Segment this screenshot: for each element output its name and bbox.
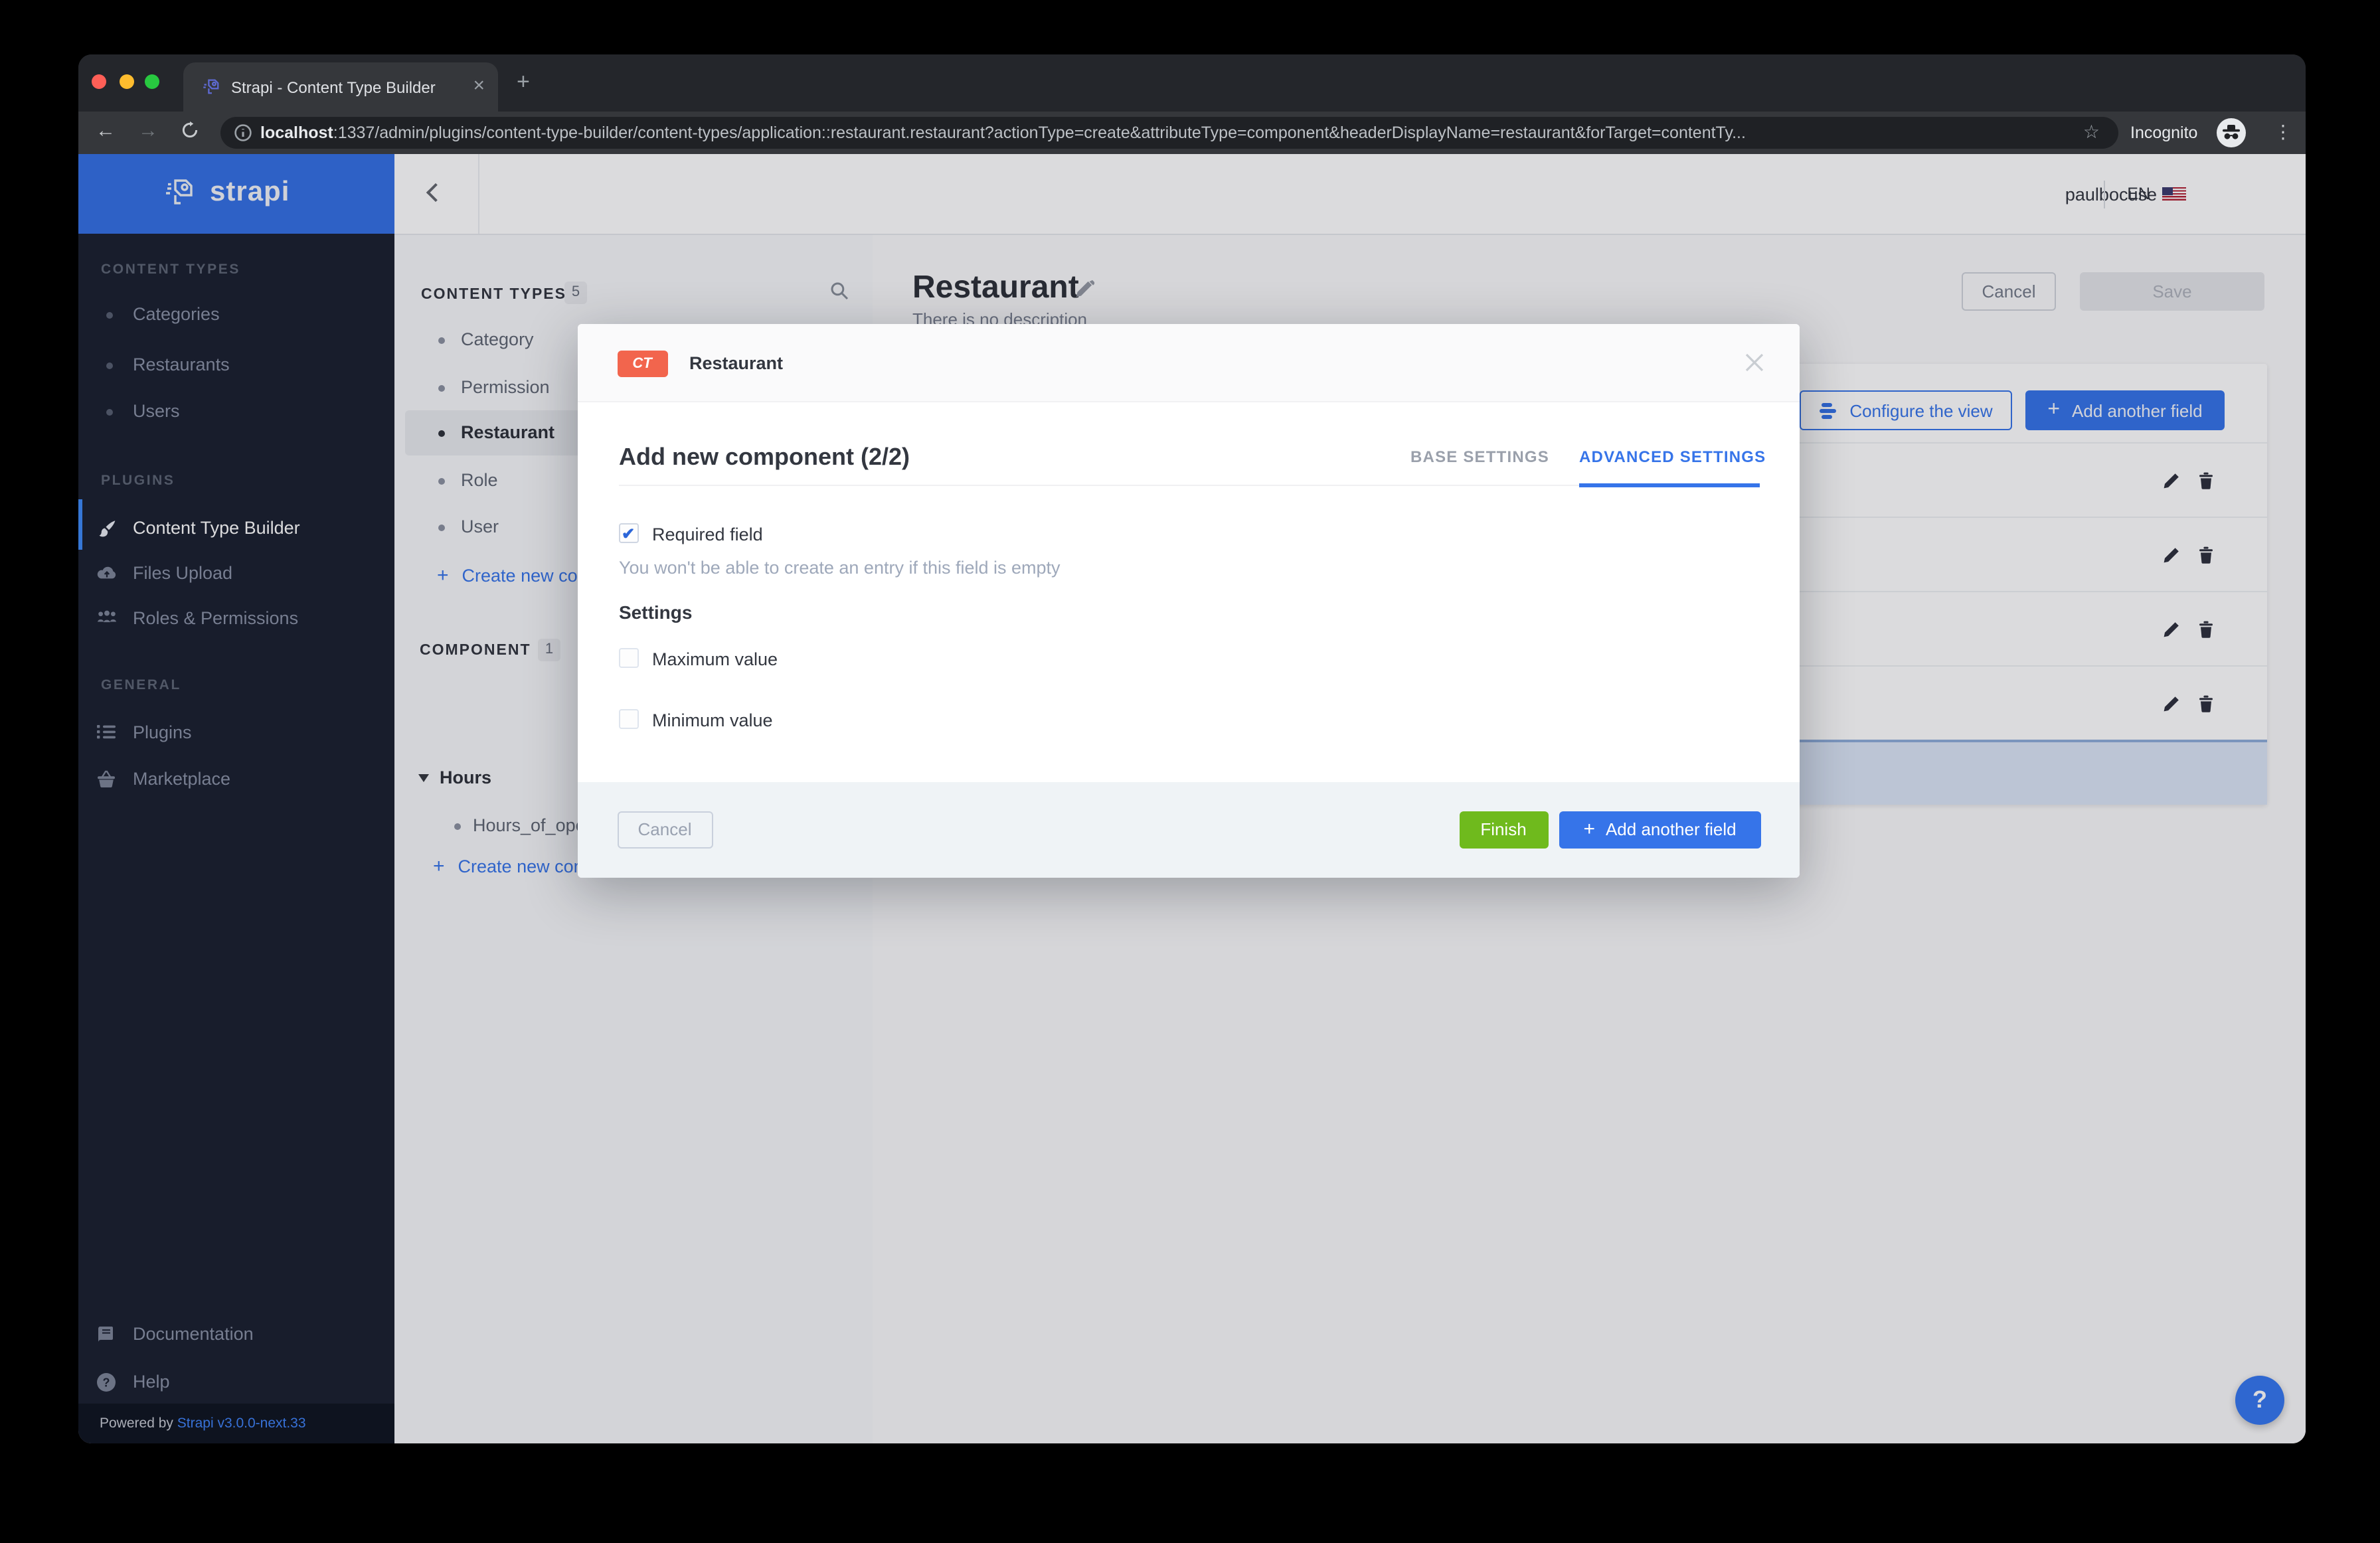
url-host: localhost [260,123,333,142]
strapi-admin: strapi CONTENT TYPES Categories Restaura… [78,154,2306,1443]
minimum-value-label: Minimum value [652,710,773,730]
settings-heading: Settings [619,602,693,623]
window-minimize-button[interactable] [120,74,134,89]
minimum-value-checkbox[interactable] [618,709,638,729]
required-field-checkbox[interactable]: ✔ [618,523,638,543]
address-bar[interactable]: localhost:1337/admin/plugins/content-typ… [220,117,2118,149]
new-tab-button[interactable]: + [517,69,530,96]
strapi-favicon-icon [202,77,222,97]
window-zoom-button[interactable] [145,74,159,89]
tab-title: Strapi - Content Type Builder [231,78,436,97]
window-close-button[interactable] [92,74,106,89]
tab-close-icon[interactable]: × [473,74,485,97]
tab-advanced-settings[interactable]: ADVANCED SETTINGS [1579,447,1766,466]
incognito-icon [2217,118,2246,147]
forward-button[interactable]: → [138,120,158,142]
browser-toolbar: ← → localhost:1337/admin/plugins/content… [78,112,2306,154]
modal-add-another-field-button[interactable]: + Add another field [1559,811,1760,849]
bookmark-star-icon[interactable]: ☆ [2083,121,2100,143]
required-field-label: Required field [652,525,763,544]
close-icon[interactable] [1745,353,1764,372]
reload-button[interactable] [181,121,199,139]
browser-tab-bar: Strapi - Content Type Builder × + [78,54,2306,112]
modal-content-type-name: Restaurant [689,353,784,373]
required-help-text: You won't be able to create an entry if … [619,558,1061,578]
tab-base-settings[interactable]: BASE SETTINGS [1410,447,1549,466]
browser-menu-icon[interactable]: ⋮ [2274,121,2292,143]
plus-icon: + [1583,818,1595,841]
content-type-badge: CT [617,350,667,376]
desktop: Strapi - Content Type Builder × + ← → lo… [0,0,2380,1543]
maximum-value-label: Maximum value [652,649,778,669]
modal-cancel-button[interactable]: Cancel [617,811,713,849]
browser-tab[interactable]: Strapi - Content Type Builder × [183,62,498,112]
url-path: :1337/admin/plugins/content-type-builder… [333,123,1746,142]
add-component-modal: CT Restaurant Add new component (2/2) BA… [578,324,1800,878]
maximum-value-checkbox[interactable] [618,648,638,668]
finish-button[interactable]: Finish [1459,811,1548,849]
page-info-icon[interactable] [234,123,252,142]
url-text: localhost:1337/admin/plugins/content-typ… [260,123,1746,142]
active-tab-underline [1579,483,1760,487]
modal-title: Add new component (2/2) [619,444,910,470]
modal-footer: Cancel Finish + Add another field [578,781,1800,878]
modal-header: CT Restaurant [578,324,1800,402]
browser-window: Strapi - Content Type Builder × + ← → lo… [78,54,2306,1443]
incognito-label: Incognito [2130,123,2198,142]
back-button[interactable]: ← [96,120,116,142]
